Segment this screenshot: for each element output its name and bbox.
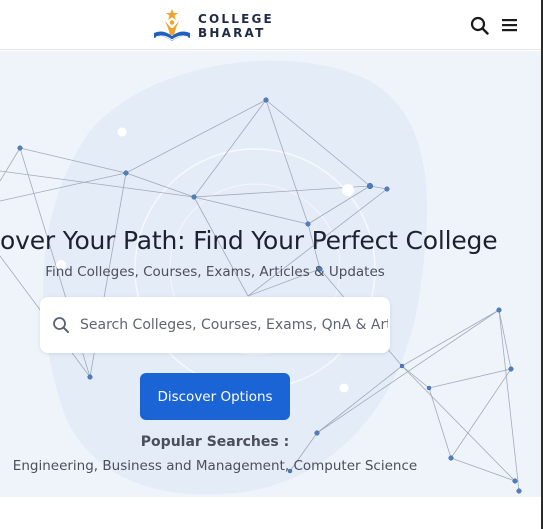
popular-searches-title: Popular Searches : [140,434,290,450]
logo-text-bharat: BHARAT [198,26,266,40]
site-header: COLLEGE BHARAT [0,0,541,50]
discover-options-button[interactable]: Discover Options [140,373,290,420]
menu-button[interactable] [499,13,521,37]
hero-search-box [40,297,390,353]
popular-link-computer-science[interactable]: Computer Science [293,458,417,474]
logo-text-college: COLLEGE [198,12,274,26]
hero-search-input[interactable] [80,297,388,353]
hero-subtitle: Find Colleges, Courses, Exams, Articles … [45,264,385,280]
popular-link-business-management[interactable]: Business and Management [102,458,284,474]
search-icon [53,317,69,333]
hero-title: over Your Path: Find Your Perfect Colleg… [0,226,498,255]
popular-link-engineering[interactable]: Engineering [13,458,94,474]
hero-section: over Your Path: Find Your Perfect Colleg… [0,51,541,497]
search-icon [470,16,489,35]
popular-searches-links: Engineering, Business and Management, Co… [0,458,430,474]
page: COLLEGE BHARAT over Your Path: Find Your… [0,0,543,529]
graduate-book-logo-icon [154,9,190,41]
hamburger-menu-icon [502,19,517,32]
site-logo[interactable]: COLLEGE BHARAT [152,8,274,44]
header-search-button[interactable] [468,13,490,37]
